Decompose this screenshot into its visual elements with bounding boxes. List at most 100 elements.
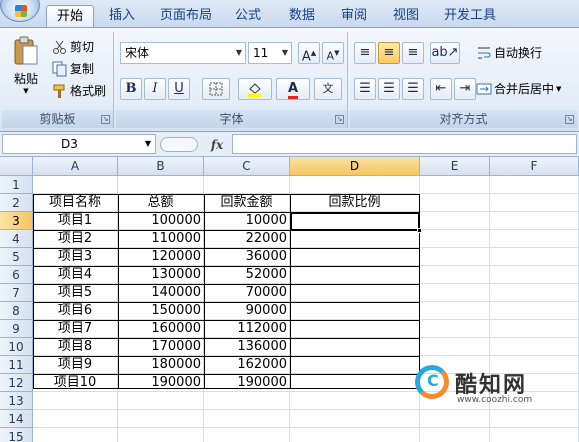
row-header-12[interactable]: 12 — [0, 374, 33, 392]
cell-d10[interactable] — [290, 338, 420, 356]
clipboard-dialog-launcher[interactable]: ↘ — [101, 115, 110, 124]
cell-c3[interactable]: 10000 — [204, 212, 290, 230]
select-all-button[interactable] — [0, 157, 33, 176]
tab-page-layout[interactable]: 页面布局 — [154, 5, 218, 27]
cell-e8[interactable] — [420, 302, 490, 320]
insert-function-button[interactable]: fx — [206, 136, 228, 154]
cell-f10[interactable] — [490, 338, 579, 356]
tab-view[interactable]: 视图 — [386, 5, 426, 27]
cell-a4[interactable]: 项目2 — [33, 230, 118, 248]
tab-data[interactable]: 数据 — [282, 5, 322, 27]
wrap-text-button[interactable]: 自动换行 — [476, 44, 542, 61]
cell-e3[interactable] — [420, 212, 490, 230]
cell-c11[interactable]: 162000 — [204, 356, 290, 374]
row-header-11[interactable]: 11 — [0, 356, 33, 374]
cell-b10[interactable]: 170000 — [118, 338, 204, 356]
cell-b12[interactable]: 190000 — [118, 374, 204, 392]
cell-a9[interactable]: 项目7 — [33, 320, 118, 338]
cell-d4[interactable] — [290, 230, 420, 248]
cell-a13[interactable] — [33, 392, 118, 410]
cell-e6[interactable] — [420, 266, 490, 284]
cell-f3[interactable] — [490, 212, 579, 230]
fill-color-button[interactable] — [238, 78, 272, 100]
cell-a10[interactable]: 项目8 — [33, 338, 118, 356]
cell-d9[interactable] — [290, 320, 420, 338]
row-header-14[interactable]: 14 — [0, 410, 33, 428]
cell-a15[interactable] — [33, 428, 118, 442]
cell-a7[interactable]: 项目5 — [33, 284, 118, 302]
cell-e4[interactable] — [420, 230, 490, 248]
cell-b1[interactable] — [118, 176, 204, 194]
cell-b14[interactable] — [118, 410, 204, 428]
cell-b11[interactable]: 180000 — [118, 356, 204, 374]
cell-f15[interactable] — [490, 428, 579, 442]
cell-f5[interactable] — [490, 248, 579, 266]
formula-input[interactable] — [232, 134, 577, 154]
row-header-8[interactable]: 8 — [0, 302, 33, 320]
cell-c7[interactable]: 70000 — [204, 284, 290, 302]
font-size-select[interactable]: 11 ▼ — [248, 42, 292, 64]
row-header-3[interactable]: 3 — [0, 212, 33, 230]
cell-f4[interactable] — [490, 230, 579, 248]
cell-a14[interactable] — [33, 410, 118, 428]
cell-a3[interactable]: 项目1 — [33, 212, 118, 230]
cell-e9[interactable] — [420, 320, 490, 338]
cell-d7[interactable] — [290, 284, 420, 302]
cell-c15[interactable] — [204, 428, 290, 442]
cell-c13[interactable] — [204, 392, 290, 410]
align-left-icon[interactable]: ☰ — [354, 78, 376, 100]
column-header-c[interactable]: C — [204, 157, 290, 176]
column-header-e[interactable]: E — [420, 157, 490, 176]
tab-insert[interactable]: 插入 — [100, 5, 144, 27]
row-header-10[interactable]: 10 — [0, 338, 33, 356]
column-header-a[interactable]: A — [33, 157, 118, 176]
row-header-9[interactable]: 9 — [0, 320, 33, 338]
row-header-2[interactable]: 2 — [0, 194, 33, 212]
underline-button[interactable]: U — [168, 78, 190, 100]
cut-button[interactable]: 剪切 — [52, 38, 94, 55]
cell-c10[interactable]: 136000 — [204, 338, 290, 356]
cell-d8[interactable] — [290, 302, 420, 320]
cell-d3[interactable] — [290, 212, 420, 230]
align-top-icon[interactable]: ≡ — [354, 42, 376, 64]
cell-e2[interactable] — [420, 194, 490, 212]
cell-c12[interactable]: 190000 — [204, 374, 290, 392]
formula-bar-divider-handle[interactable] — [160, 137, 198, 152]
cell-e7[interactable] — [420, 284, 490, 302]
phonetic-guide-icon[interactable]: 文 — [314, 78, 342, 100]
cell-f1[interactable] — [490, 176, 579, 194]
cell-a2[interactable]: 项目名称 — [33, 194, 118, 212]
row-header-13[interactable]: 13 — [0, 392, 33, 410]
column-header-b[interactable]: B — [118, 157, 204, 176]
formula-input-field[interactable] — [233, 135, 576, 153]
cell-b2[interactable]: 总额 — [118, 194, 204, 212]
column-header-d[interactable]: D — [290, 157, 420, 176]
cell-e1[interactable] — [420, 176, 490, 194]
cell-d13[interactable] — [290, 392, 420, 410]
row-header-4[interactable]: 4 — [0, 230, 33, 248]
office-button[interactable] — [0, 0, 40, 22]
cell-c9[interactable]: 112000 — [204, 320, 290, 338]
cell-b13[interactable] — [118, 392, 204, 410]
cell-a12[interactable]: 项目10 — [33, 374, 118, 392]
cell-c4[interactable]: 22000 — [204, 230, 290, 248]
cell-c2[interactable]: 回款金额 — [204, 194, 290, 212]
cell-f7[interactable] — [490, 284, 579, 302]
align-middle-icon[interactable]: ≡ — [378, 42, 400, 64]
cell-d6[interactable] — [290, 266, 420, 284]
copy-button[interactable]: 复制 — [52, 60, 94, 77]
cell-d11[interactable] — [290, 356, 420, 374]
paste-button[interactable]: 粘贴 ▼ — [8, 36, 44, 95]
cell-c1[interactable] — [204, 176, 290, 194]
text-orientation-icon[interactable]: ab↗ — [430, 42, 460, 64]
borders-button[interactable] — [202, 78, 230, 100]
cell-c8[interactable]: 90000 — [204, 302, 290, 320]
decrease-indent-icon[interactable]: ⇤ — [430, 78, 452, 100]
italic-button[interactable]: I — [144, 78, 166, 100]
row-header-7[interactable]: 7 — [0, 284, 33, 302]
cell-a8[interactable]: 项目6 — [33, 302, 118, 320]
cell-d14[interactable] — [290, 410, 420, 428]
column-header-f[interactable]: F — [490, 157, 579, 176]
font-dialog-launcher[interactable]: ↘ — [335, 115, 344, 124]
cell-f9[interactable] — [490, 320, 579, 338]
